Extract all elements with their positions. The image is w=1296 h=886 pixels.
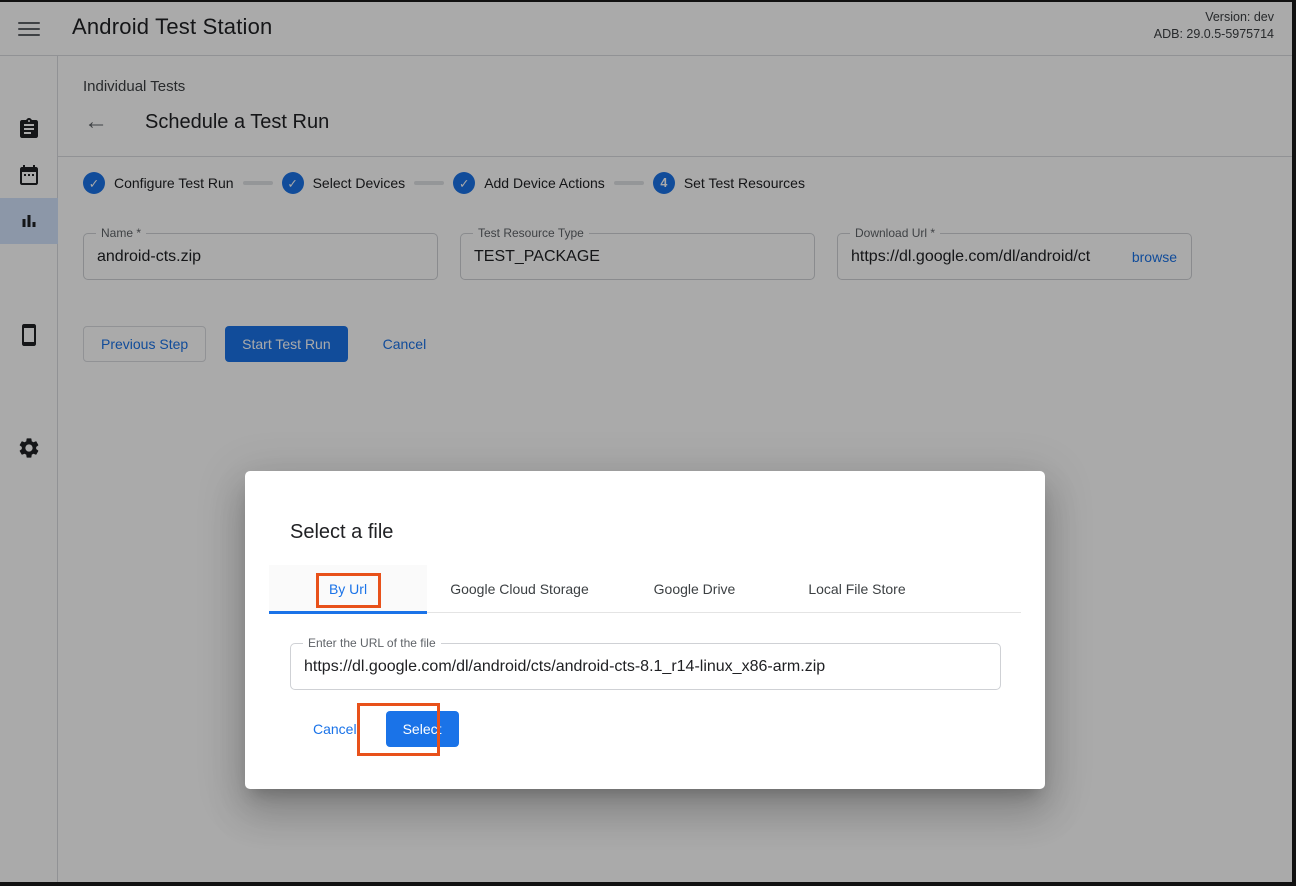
tab-by-url-label: By Url (329, 581, 367, 597)
screenshot-frame-top (0, 0, 1296, 2)
tab-google-drive[interactable]: Google Drive (612, 565, 777, 613)
dialog-cancel-button[interactable]: Cancel (305, 711, 365, 747)
app-window: Android Test Station Version: dev ADB: 2… (0, 0, 1296, 886)
screenshot-frame-bottom (0, 882, 1296, 886)
url-input-label: Enter the URL of the file (303, 636, 441, 650)
tab-by-url[interactable]: By Url (269, 565, 427, 613)
url-input-field: Enter the URL of the file (290, 643, 1001, 690)
dialog-select-button[interactable]: Select (386, 711, 459, 747)
tab-local-label: Local File Store (808, 581, 905, 597)
dialog-title: Select a file (290, 519, 1021, 545)
screenshot-frame-right (1292, 0, 1296, 886)
active-tab-ink-bar (269, 611, 427, 614)
tab-gcs-label: Google Cloud Storage (450, 581, 589, 597)
dialog-actions: Cancel Select (305, 711, 1021, 747)
tab-local-file-store[interactable]: Local File Store (777, 565, 937, 613)
tab-gdrive-label: Google Drive (654, 581, 736, 597)
url-input[interactable] (291, 658, 1000, 676)
dialog-tabs: By Url Google Cloud Storage Google Drive… (269, 565, 1021, 613)
select-file-dialog: Select a file By Url Google Cloud Storag… (245, 471, 1045, 789)
tab-google-cloud-storage[interactable]: Google Cloud Storage (427, 565, 612, 613)
